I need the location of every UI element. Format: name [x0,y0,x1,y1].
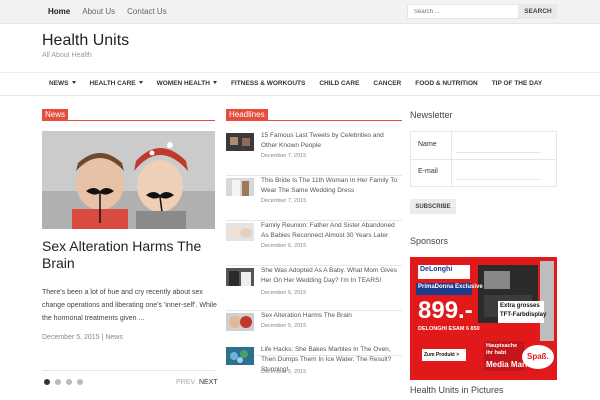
email-field[interactable] [456,179,541,180]
nav-item-health-care[interactable]: HEALTH CARE [83,73,150,95]
top-nav-home[interactable]: Home [42,0,76,24]
sponsor-ad-banner[interactable]: DeLonghi PrimaDonna Exclusive 899.- DELO… [410,257,557,380]
slider-dot-4[interactable] [77,379,83,385]
email-row: E-mail [411,159,556,187]
slider-dot-3[interactable] [66,379,72,385]
top-nav: Home About Us Contact Us [42,0,173,24]
headline-title[interactable]: This Bride Is The 11th Woman In Her Fami… [261,176,401,196]
headline-item[interactable]: She Was Adopted As A Baby. What Mom Give… [226,266,402,311]
site-tagline: All About Health [42,52,92,59]
headline-date: December 6, 2015 [261,243,307,249]
headline-date: December 7, 2015 [261,153,307,159]
headline-thumbnail [226,133,254,151]
news-section-underline [42,120,215,121]
ad-brand: Media Markt [486,360,533,369]
headline-title[interactable]: Family Reunion: Father And Sister Abando… [261,221,401,241]
news-title[interactable]: Sex Alteration Harms The Brain [42,238,222,272]
headline-item[interactable]: This Bride Is The 11th Woman In Her Fami… [226,176,402,221]
newsletter-form: Name E-mail [410,131,557,187]
headline-title[interactable]: She Was Adopted As A Baby. What Mom Give… [261,266,401,286]
ad-price: 899.- [418,297,473,324]
meta-separator: | [101,334,104,341]
caret-down-icon [138,81,143,84]
headline-date: December 6, 2015 [261,290,307,296]
headline-date: December 5, 2015 [261,323,307,329]
nav-item-cancer[interactable]: CANCER [366,73,408,95]
slider-dot-1[interactable] [44,379,50,385]
search-button[interactable]: SEARCH [519,4,557,19]
ad-product: DELONGHI ESAM 6 850 [418,326,480,332]
headline-title[interactable]: Sex Alteration Harms The Brain [261,311,401,321]
news-date: December 5, 2015 [42,334,100,341]
sponsors-title: Sponsors [410,236,449,246]
email-label: E-mail [418,168,438,175]
slider-dot-2[interactable] [55,379,61,385]
headline-thumbnail [226,178,254,196]
headline-item[interactable]: 15 Famous Last Tweets by Celebrities and… [226,131,402,176]
nav-item-food-nutrition[interactable]: FOOD & NUTRITION [408,73,484,95]
nav-item-child-care[interactable]: CHILD CARE [312,73,366,95]
search-input[interactable] [407,4,519,19]
ad-brand-logo: DeLonghi [420,266,453,273]
headline-item[interactable]: Family Reunion: Father And Sister Abando… [226,221,402,266]
ad-promo-1: Extra grosses [500,303,540,309]
site-title[interactable]: Health Units [42,32,129,50]
ad-slogan-2: ihr habt [486,350,507,356]
top-nav-contact-us[interactable]: Contact Us [121,0,173,24]
nav-item-label: WOMEN HEALTH [156,80,210,87]
name-field[interactable] [456,152,541,153]
headline-thumbnail [226,313,254,331]
name-label: Name [418,141,437,148]
prev-button[interactable]: PREV [176,379,195,386]
nav-item-label: NEWS [49,80,69,87]
headline-title[interactable]: 15 Famous Last Tweets by Celebrities and… [261,131,401,151]
top-nav-about-us[interactable]: About Us [76,0,121,24]
name-row: Name [411,132,556,160]
news-excerpt: There's been a lot of hue and cry recent… [42,289,217,322]
caret-down-icon [212,81,217,84]
kids-mustache-photo [42,131,215,229]
headline-thumbnail [226,268,254,286]
top-bar: Home About Us Contact Us SEARCH [0,0,600,24]
news-footer-divider [42,370,215,371]
next-button[interactable]: NEXT [199,379,218,386]
headline-date: December 7, 2015 [261,198,307,204]
pictures-title: Health Units in Pictures [410,385,504,395]
newsletter-title: Newsletter [410,110,453,120]
headline-item[interactable]: Life Hacks: She Bakes Marbles In The Ove… [226,345,402,390]
subscribe-button[interactable]: SUBSCRIBE [410,199,456,214]
nav-item-label: HEALTH CARE [89,80,136,87]
main-nav: NEWS HEALTH CARE WOMEN HEALTH FITNESS & … [0,72,600,96]
nav-item-tip-of-the-day[interactable]: TIP OF THE DAY [485,73,550,95]
ad-cta-link[interactable]: Zum Produkt > [424,352,459,358]
nav-item-fitness[interactable]: FITNESS & WORKOUTS [224,73,312,95]
slider-dots [44,379,88,385]
news-featured-image[interactable] [42,131,215,229]
ad-spass: Spaß. [527,352,549,361]
headlines-section-underline [226,120,402,121]
headline-thumbnail [226,223,254,241]
nav-item-news[interactable]: NEWS [42,73,83,95]
news-meta: December 5, 2015 | News [42,334,123,341]
headline-date: December 5, 2015 [261,369,307,375]
headline-thumbnail [226,347,254,365]
form-column-divider [451,132,452,186]
caret-down-icon [71,81,76,84]
news-category-link[interactable]: News [105,334,123,341]
ad-slogan-1: Hauptsache [486,343,518,349]
ad-promo-2: TFT-Farbdisplay [500,312,547,318]
ad-product-sub: PrimaDonna Exclusive [418,284,483,290]
nav-item-women-health[interactable]: WOMEN HEALTH [150,73,224,95]
